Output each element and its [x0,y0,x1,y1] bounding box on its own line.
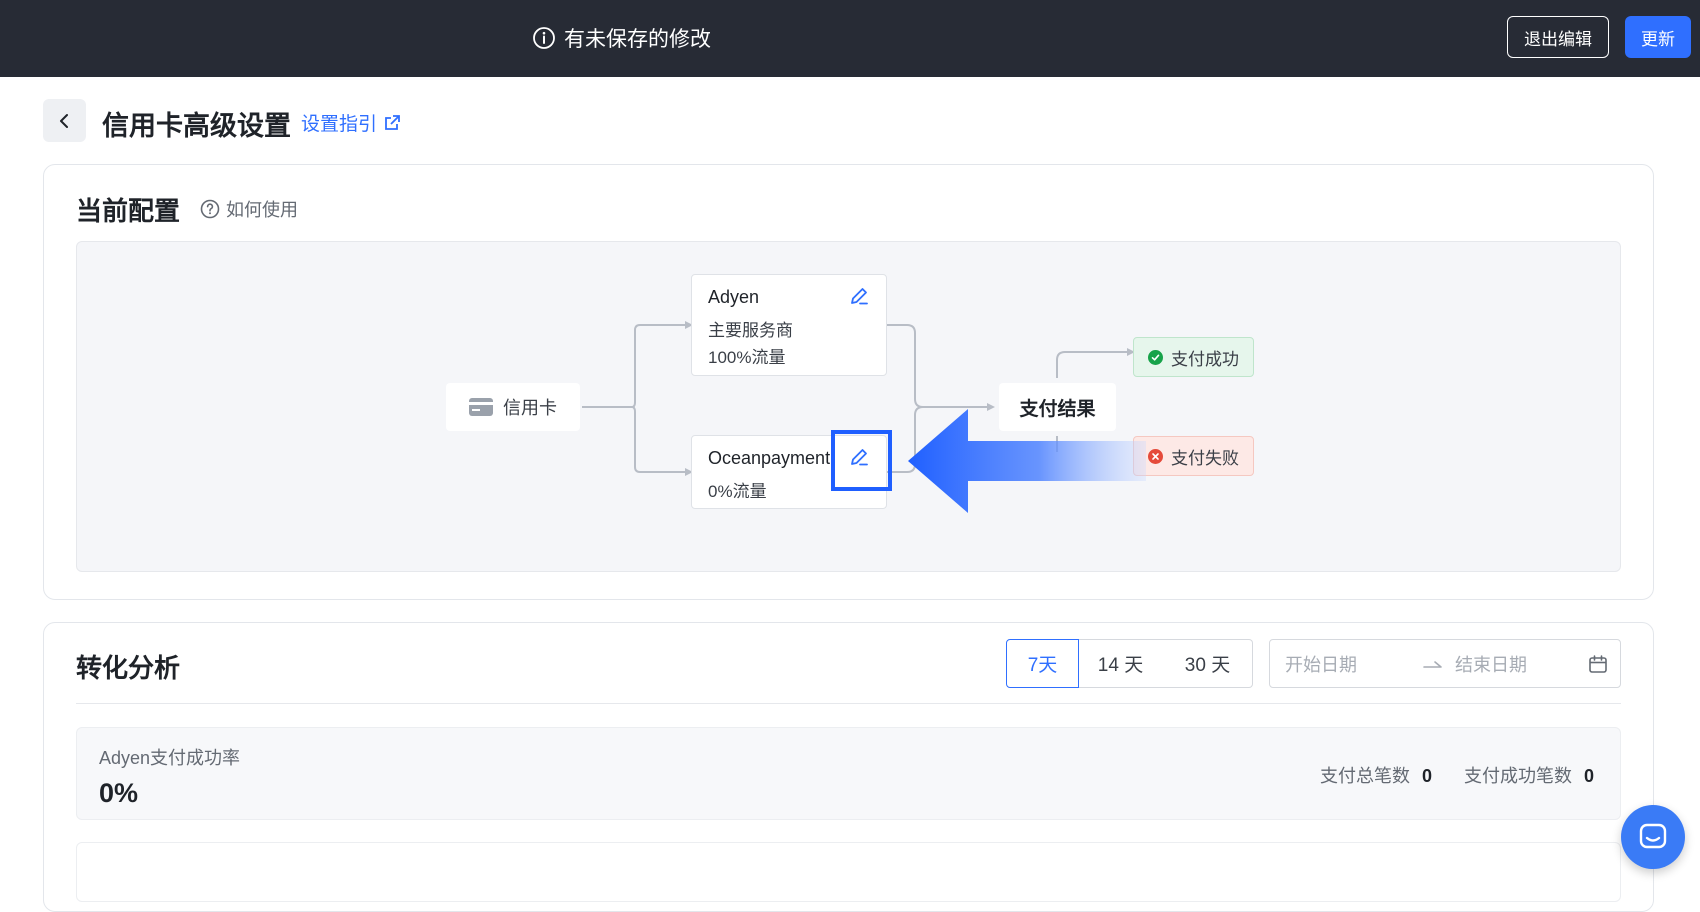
credit-card-icon [469,398,493,416]
edit-icon[interactable] [848,285,870,307]
success-rate-label: Adyen支付成功率 [99,748,241,768]
exit-edit-button[interactable]: 退出编辑 [1507,16,1609,58]
end-date-input[interactable]: 结束日期 [1455,651,1527,677]
credit-card-label: 信用卡 [503,398,557,418]
total-payments-label: 支付总笔数 [1320,766,1410,786]
range-14-days-button[interactable]: 14 天 [1078,639,1164,688]
success-rate-panel: Adyen支付成功率 0% 支付总笔数 0 支付成功笔数 0 [76,727,1621,820]
successful-payments-stat: 支付成功笔数 0 [1464,762,1594,788]
update-button[interactable]: 更新 [1625,16,1691,58]
success-rate-value: 0% [99,778,139,808]
unsaved-text: 有未保存的修改 [564,28,711,51]
provider-traffic: 0%流量 [708,482,767,501]
check-icon [1148,349,1163,365]
provider-name: Oceanpayment [708,448,831,468]
page-title: 信用卡高级设置 [102,111,291,141]
chart-panel [76,842,1621,902]
provider-role: 主要服务商 [708,321,793,340]
top-bar: 有未保存的修改 退出编辑 更新 [0,0,1700,77]
chat-icon [1639,823,1667,849]
routing-flow-diagram: 信用卡 Adyen 主要服务商 100%流量 Oceanpayment 0%流量… [76,241,1621,572]
section-divider [76,703,1621,704]
conversion-analysis-title: 转化分析 [76,653,181,683]
edit-icon-highlight [831,430,892,491]
successful-payments-value: 0 [1584,766,1595,786]
chat-support-button[interactable] [1621,805,1685,869]
provider-traffic: 100%流量 [708,348,786,367]
question-circle-icon [200,199,220,219]
provider-name: Adyen [708,287,760,307]
payment-success-label: 支付成功 [1171,349,1239,369]
range-30-days-button[interactable]: 30 天 [1163,639,1253,688]
unsaved-notice: 有未保存的修改 [532,22,711,54]
credit-card-node: 信用卡 [446,383,580,431]
how-to-use-label: 如何使用 [226,200,298,220]
pointer-arrow-icon [908,409,1146,513]
arrow-right-icon [1423,661,1442,668]
current-config-title: 当前配置 [76,196,181,226]
chevron-left-icon [59,113,68,128]
payment-success-chip: 支付成功 [1133,337,1254,377]
provider-node-adyen: Adyen 主要服务商 100%流量 [691,274,887,376]
successful-payments-label: 支付成功笔数 [1464,766,1572,786]
calendar-icon[interactable] [1588,654,1608,674]
external-link-icon [385,114,400,130]
date-range-picker[interactable]: 开始日期 结束日期 [1269,639,1621,688]
payment-fail-label: 支付失败 [1171,448,1239,468]
total-payments-stat: 支付总笔数 0 [1320,762,1432,788]
back-button[interactable] [43,99,86,142]
info-icon [533,27,555,49]
how-to-use-link[interactable]: 如何使用 [200,196,298,222]
range-7-days-button[interactable]: 7天 [1006,639,1079,688]
setup-guide-link[interactable]: 设置指引 [301,109,401,136]
start-date-input[interactable]: 开始日期 [1285,651,1357,677]
total-payments-value: 0 [1422,766,1433,786]
setup-guide-label: 设置指引 [301,114,378,135]
